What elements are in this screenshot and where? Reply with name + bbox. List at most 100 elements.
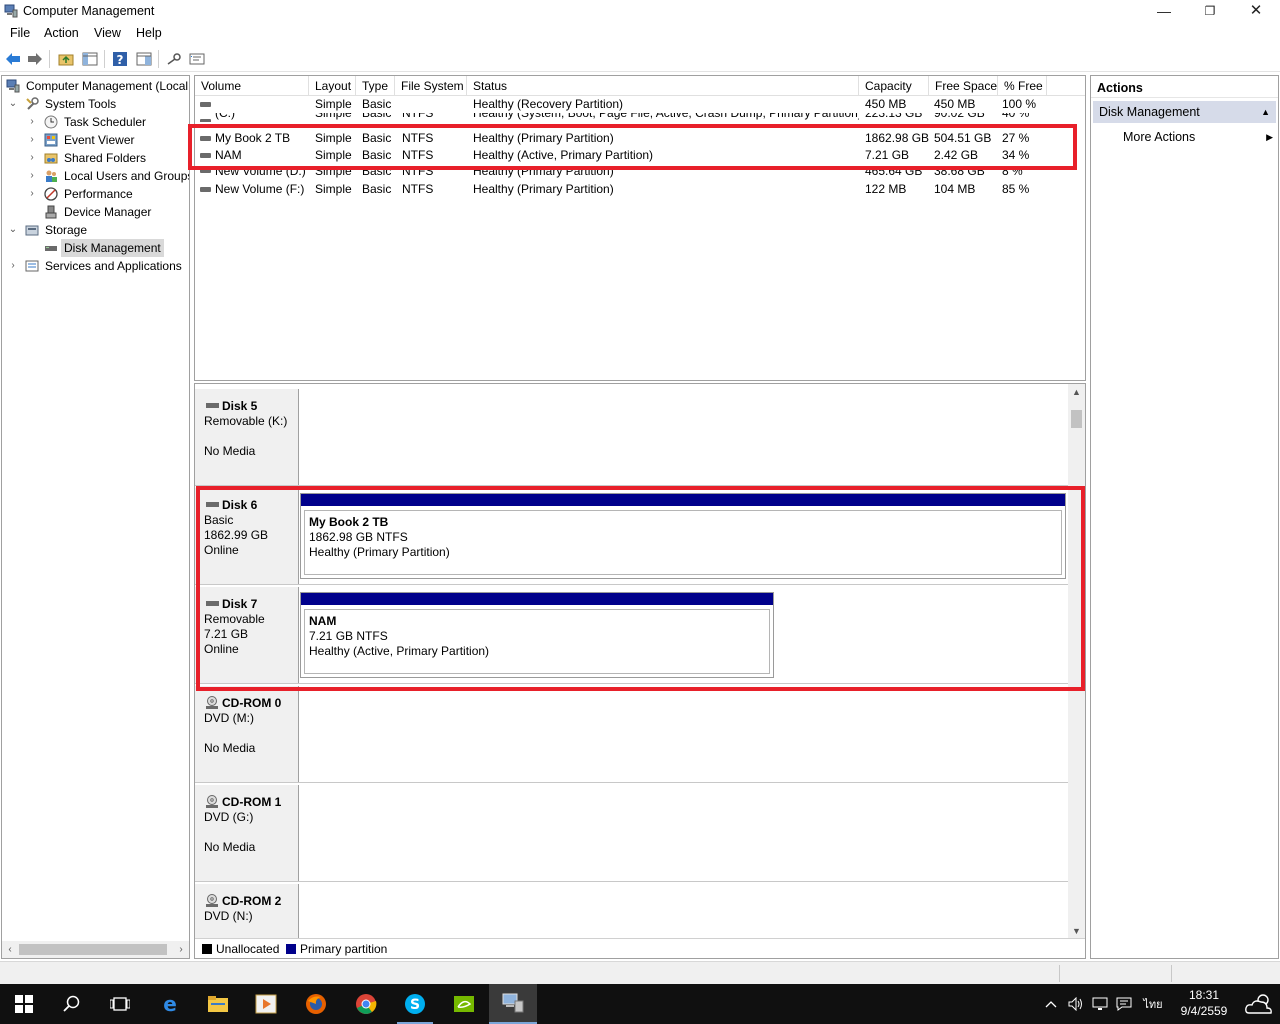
actions-section-disk-management[interactable]: Disk Management ▲ (1093, 101, 1276, 123)
disk-row[interactable]: CD-ROM 1 DVD (G:) No Media (195, 785, 1069, 882)
tree-item-storage[interactable]: ⌄ Storage (2, 221, 189, 239)
language-indicator[interactable]: ไทย (1140, 984, 1166, 1024)
column-header-file-system[interactable]: File System (395, 76, 467, 96)
chevron-right-icon[interactable]: › (26, 113, 38, 131)
properties-pane-icon[interactable] (135, 50, 153, 68)
show-hide-tree-icon[interactable] (81, 50, 99, 68)
chevron-right-icon[interactable]: › (26, 149, 38, 167)
search-icon[interactable] (48, 984, 96, 1024)
partition-block[interactable]: NAM 7.21 GB NTFS Healthy (Active, Primar… (300, 592, 774, 678)
tree-item-task-scheduler[interactable]: › Task Scheduler (2, 113, 189, 131)
table-row[interactable]: New Volume (D:) Simple Basic NTFS Health… (195, 168, 1085, 178)
column-header-status[interactable]: Status (467, 76, 859, 96)
tree-item-services[interactable]: › Services and Applications (2, 257, 189, 275)
tree-item-root[interactable]: Computer Management (Local (2, 77, 189, 95)
tree-item-system-tools[interactable]: ⌄ System Tools (2, 95, 189, 113)
disk-info[interactable]: CD-ROM 2 DVD (N:) (195, 884, 299, 940)
cell-layout: Simple (315, 131, 352, 145)
help-icon[interactable]: ? (111, 50, 129, 68)
tree-item-disk-management[interactable]: Disk Management (2, 239, 189, 257)
chevron-down-icon[interactable]: ⌄ (7, 95, 19, 113)
options-icon[interactable] (188, 50, 206, 68)
menu-action[interactable]: Action (44, 26, 79, 40)
action-center-icon[interactable] (1114, 984, 1134, 1024)
chevron-right-icon[interactable]: › (26, 185, 38, 203)
chevron-right-icon[interactable]: › (26, 131, 38, 149)
disk-icon (206, 403, 219, 408)
back-arrow-icon[interactable] (4, 50, 22, 68)
disk-info[interactable]: CD-ROM 0 DVD (M:) No Media (195, 686, 299, 782)
nvidia-icon[interactable] (440, 984, 488, 1024)
disk-name: CD-ROM 2 (222, 894, 282, 908)
svg-text:e: e (163, 993, 177, 1015)
skype-icon[interactable]: S (391, 984, 439, 1024)
scrollbar-thumb[interactable] (1071, 410, 1082, 428)
tree-item-local-users[interactable]: › Local Users and Groups (2, 167, 189, 185)
column-header-type[interactable]: Type (356, 76, 395, 96)
maximize-button[interactable]: ❐ (1187, 0, 1233, 24)
cell-type: Basic (362, 168, 392, 178)
chevron-down-icon[interactable]: ⌄ (7, 221, 19, 239)
menu-view[interactable]: View (94, 26, 121, 40)
column-header-layout[interactable]: Layout (309, 76, 356, 96)
scroll-up-icon[interactable]: ▲ (1068, 384, 1085, 401)
weather-cloud-icon[interactable] (1240, 984, 1278, 1024)
tree-item-performance[interactable]: › Performance (2, 185, 189, 203)
firefox-icon[interactable] (292, 984, 340, 1024)
chevron-right-icon[interactable]: › (7, 257, 19, 275)
chevron-right-icon[interactable]: › (26, 167, 38, 185)
disk-row[interactable]: Disk 5 Removable (K:) No Media (195, 389, 1069, 486)
disk-info[interactable]: Disk 7 Removable 7.21 GB Online (195, 587, 299, 683)
column-header-free-space[interactable]: Free Space (929, 76, 998, 96)
windows-start-icon[interactable] (0, 984, 48, 1024)
disk-info[interactable]: CD-ROM 1 DVD (G:) No Media (195, 785, 299, 881)
clock[interactable]: 18:31 9/4/2559 (1168, 987, 1240, 1019)
tree-item-event-viewer[interactable]: › Event Viewer (2, 131, 189, 149)
disk-row[interactable]: Disk 6 Basic 1862.99 GB Online My Book 2… (195, 488, 1069, 585)
scrollbar-thumb[interactable] (19, 944, 167, 955)
key-icon[interactable] (165, 50, 183, 68)
cell-type: Basic (362, 131, 392, 145)
column-header-volume[interactable]: Volume (195, 76, 309, 96)
table-row[interactable]: NAM Simple Basic NTFS Healthy (Active, P… (195, 147, 1085, 164)
disk-row[interactable]: CD-ROM 0 DVD (M:) No Media (195, 686, 1069, 783)
disk-vertical-scrollbar[interactable]: ▲ ▼ (1068, 384, 1085, 940)
partition-block[interactable]: My Book 2 TB 1862.98 GB NTFS Healthy (Pr… (300, 493, 1066, 579)
close-button[interactable]: ✕ (1233, 0, 1279, 24)
cell-file-system: NTFS (402, 168, 434, 178)
tree-horizontal-scrollbar[interactable]: ‹ › (2, 941, 189, 958)
forward-arrow-icon[interactable] (26, 50, 44, 68)
chrome-icon[interactable] (342, 984, 390, 1024)
tree-item-shared-folders[interactable]: › Shared Folders (2, 149, 189, 167)
minimize-button[interactable]: — (1141, 0, 1187, 24)
up-folder-icon[interactable] (57, 50, 75, 68)
table-row[interactable]: My Book 2 TB Simple Basic NTFS Healthy (… (195, 130, 1085, 147)
disk-info[interactable]: Disk 6 Basic 1862.99 GB Online (195, 488, 299, 584)
scroll-right-icon[interactable]: › (173, 941, 189, 958)
column-header-percent-free[interactable]: % Free (998, 76, 1047, 96)
table-row[interactable]: (C:) Simple Basic NTFS Healthy (System, … (195, 113, 1085, 122)
task-view-icon[interactable] (96, 984, 144, 1024)
menu-file[interactable]: File (10, 26, 30, 40)
media-player-icon[interactable] (242, 984, 290, 1024)
volume-icon[interactable] (1066, 984, 1086, 1024)
show-hidden-icons-icon[interactable] (1042, 984, 1060, 1024)
edge-icon[interactable]: e (146, 984, 194, 1024)
disk-info[interactable]: Disk 5 Removable (K:) No Media (195, 389, 299, 485)
file-explorer-icon[interactable] (194, 984, 242, 1024)
disk-row[interactable]: CD-ROM 2 DVD (N:) (195, 884, 1069, 940)
menu-help[interactable]: Help (136, 26, 162, 40)
computer-management-taskbar-icon[interactable] (489, 984, 537, 1024)
tree-item-device-manager[interactable]: Device Manager (2, 203, 189, 221)
toolbar-separator (49, 50, 50, 68)
disk-row[interactable]: Disk 7 Removable 7.21 GB Online NAM 7.21… (195, 587, 1069, 684)
drive-icon (200, 119, 211, 122)
more-actions-item[interactable]: More Actions ▶ (1123, 128, 1273, 146)
table-row[interactable]: Simple Basic Healthy (Recovery Partition… (195, 96, 1085, 113)
network-icon[interactable] (1090, 984, 1110, 1024)
collapse-up-icon[interactable]: ▲ (1261, 101, 1270, 123)
computer-management-icon (4, 4, 18, 18)
column-header-capacity[interactable]: Capacity (859, 76, 929, 96)
table-row[interactable]: New Volume (F:) Simple Basic NTFS Health… (195, 181, 1085, 198)
scroll-left-icon[interactable]: ‹ (2, 941, 18, 958)
